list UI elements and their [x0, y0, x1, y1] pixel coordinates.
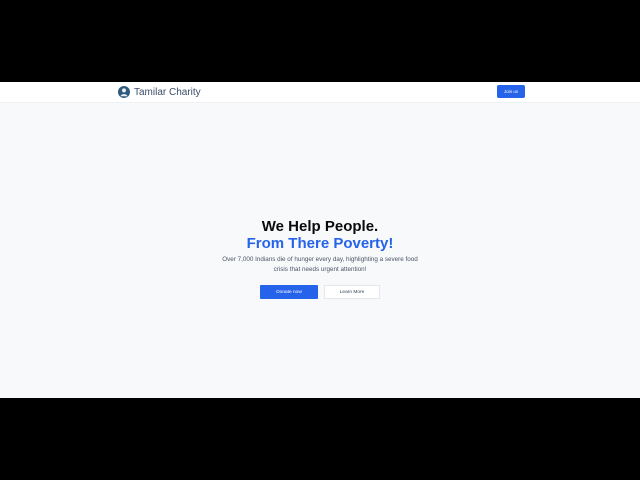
- brand[interactable]: Tamilar Charity: [118, 85, 201, 99]
- learn-more-button[interactable]: Learn More: [324, 285, 380, 299]
- hero-actions: Donate now Learn More: [0, 285, 640, 299]
- charity-logo-icon: [118, 86, 130, 98]
- hero-title-line1: We Help People.: [261, 218, 379, 235]
- page-viewport: Tamilar Charity Join us We Help People. …: [0, 82, 640, 398]
- brand-name: Tamilar Charity: [134, 86, 201, 98]
- donate-now-button[interactable]: Donate now: [260, 285, 318, 299]
- navbar: Tamilar Charity Join us: [0, 82, 640, 103]
- hero-section: We Help People. From There Poverty! Over…: [0, 218, 640, 299]
- join-us-button[interactable]: Join us: [497, 85, 525, 98]
- hero-subtitle: Over 7,000 Indians die of hunger every d…: [222, 256, 418, 273]
- hero-title-line2: From There Poverty!: [246, 235, 394, 252]
